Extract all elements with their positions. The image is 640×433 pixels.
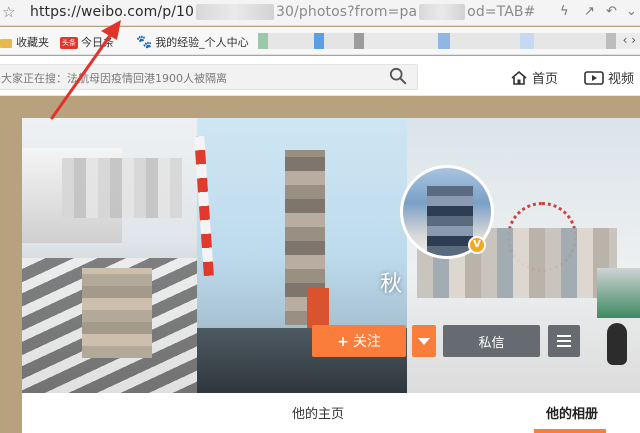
url-mid: 30/photos?from=pa <box>276 4 418 20</box>
menu-icon <box>557 335 571 337</box>
verified-badge: V <box>468 236 486 254</box>
url-text[interactable]: https://weibo.com/p/10 30/photos?from=pa o… <box>30 4 535 20</box>
bookmark-experience[interactable]: 🐾 我的经验_个人中心 <box>136 34 249 50</box>
video-icon <box>584 71 604 85</box>
avatar-mosaic <box>427 186 473 256</box>
cover-photo-left <box>22 118 197 393</box>
cover-pole <box>194 135 214 277</box>
profile-nickname: 秋 <box>380 272 403 297</box>
back-icon[interactable]: ↶ <box>606 4 617 19</box>
nav-home[interactable]: 首页 <box>510 68 558 87</box>
toutiao-icon: 头条 <box>60 37 78 49</box>
nav-video[interactable]: 视频 <box>584 68 634 87</box>
bookmarks-bar: 收藏夹 头条 今日条 🐾 我的经验_个人中心 ‹ › <box>0 27 640 55</box>
caret-down-icon <box>418 338 430 345</box>
profile-tabs: 他的主页 他的相册 <box>22 393 640 433</box>
chevron-down-icon[interactable]: ⌄ <box>626 4 637 19</box>
weibo-top-nav: 大家正在搜：法航母因疫情回港1900人被隔离 首页 视频 <box>0 56 640 96</box>
star-icon[interactable]: ☆ <box>2 3 15 21</box>
search-icon[interactable] <box>389 67 407 85</box>
search-box[interactable]: 大家正在搜：法航母因疫情回港1900人被隔离 <box>0 64 418 90</box>
search-placeholder: 大家正在搜：法航母因疫情回港1900人被隔离 <box>1 72 227 85</box>
message-button[interactable]: 私信 <box>443 325 540 357</box>
paw-icon: 🐾 <box>136 35 153 50</box>
plus-icon: + <box>337 334 349 350</box>
cover-green-object <box>597 268 640 318</box>
bookmark-favorites[interactable]: 收藏夹 <box>0 34 49 50</box>
url-redacted-block <box>419 4 466 20</box>
follow-button[interactable]: + 关注 <box>312 325 406 357</box>
profile-cover: V 秋 + 关注 私信 <box>22 118 640 393</box>
folder-icon <box>0 38 12 48</box>
menu-icon <box>557 340 571 342</box>
home-icon <box>511 70 527 85</box>
tab-album[interactable]: 他的相册 <box>546 403 598 422</box>
cover-penguin <box>607 323 627 365</box>
address-bar[interactable]: ☆ https://weibo.com/p/10 30/photos?from=p… <box>0 0 640 26</box>
cover-red-structure <box>307 288 329 328</box>
redacted-bookmarks <box>258 33 640 49</box>
lightning-icon[interactable]: ϟ <box>560 4 569 19</box>
url-redacted-block <box>196 4 275 20</box>
more-bookmarks-icon[interactable]: ‹ › <box>623 33 636 47</box>
menu-icon <box>557 345 571 347</box>
active-tab-underline <box>534 429 606 433</box>
url-tail: od=TAB# <box>467 4 536 20</box>
more-menu-button[interactable] <box>548 325 580 357</box>
share-icon[interactable]: ↗ <box>584 4 595 19</box>
cover-mosaic <box>82 268 152 358</box>
tab-home[interactable]: 他的主页 <box>292 403 344 422</box>
cover-mosaic <box>62 158 182 218</box>
follow-dropdown-button[interactable] <box>412 325 436 357</box>
bookmark-toutiao[interactable]: 头条 今日条 <box>60 34 114 50</box>
url-visible: https://weibo.com/p/10 <box>30 4 195 20</box>
